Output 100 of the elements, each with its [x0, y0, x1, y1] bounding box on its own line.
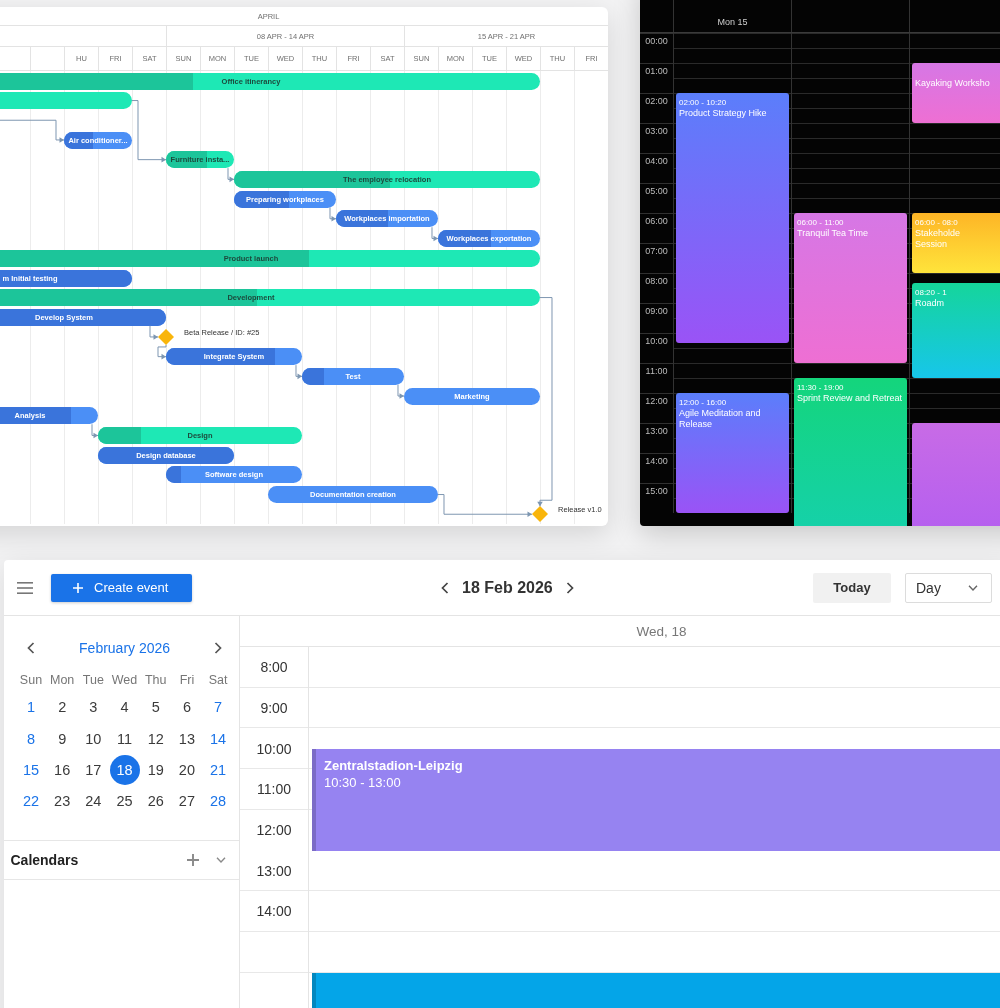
event-time: 08:20 - 1	[915, 288, 948, 298]
event-card[interactable]: Kayaking Worksho	[912, 63, 1000, 123]
calendar-day[interactable]: 25	[109, 786, 140, 817]
calendar-day[interactable]: 10	[78, 723, 109, 754]
time-label: 02:00	[645, 96, 668, 106]
time-label: 03:00	[645, 126, 668, 136]
date-title: 18 Feb 2026	[462, 578, 553, 597]
calendar-day[interactable]: 8	[16, 723, 46, 754]
time-label: 8:00	[260, 659, 288, 676]
time-label: 05:00	[645, 186, 668, 196]
calendar-day[interactable]: 6	[171, 692, 202, 723]
connector-arrow	[431, 227, 439, 242]
calendar-day[interactable]: 27	[171, 786, 202, 817]
weekday-label: Thu	[144, 672, 167, 687]
time-label: 08:00	[645, 276, 668, 286]
time-label: 13:00	[645, 426, 668, 436]
calendar-day[interactable]: 9	[47, 723, 78, 754]
event-title: Zentralstadion-Leipzig	[324, 756, 464, 774]
event-time: 02:00 - 10:20	[679, 98, 728, 108]
time-label: 12:00	[256, 822, 292, 839]
calendar-day[interactable]: 5	[140, 692, 171, 723]
time-label: 04:00	[645, 156, 668, 166]
chevron-left-icon[interactable]	[27, 642, 35, 654]
view-select[interactable]: Day	[905, 572, 992, 603]
calendar-day[interactable]: 26	[140, 786, 171, 817]
calendar-day[interactable]: 16	[47, 754, 78, 785]
time-label: 10:00	[645, 336, 668, 346]
month-title: February 2026	[79, 640, 171, 656]
calendar-day[interactable]: 24	[78, 786, 109, 817]
connector-arrow	[157, 344, 167, 360]
event-time: 06:00 - 11:00	[797, 218, 845, 228]
event-title: Agile Meditation and Release	[679, 408, 762, 429]
calendar-day[interactable]: 18	[109, 754, 140, 785]
time-label: 11:00	[257, 781, 291, 798]
time-label: 15:00	[645, 486, 668, 496]
chevron-right-icon[interactable]	[565, 581, 574, 594]
event-card[interactable]: 02:00 - 10:20 Product Strategy Hike	[676, 93, 789, 343]
event-title: Roadm	[915, 298, 945, 309]
weekday-label: Sat	[208, 672, 228, 687]
time-label: 01:00	[645, 66, 668, 76]
event-card[interactable]: Zentralstadion-Leipzig 10:30 - 13:00	[312, 748, 1000, 851]
event-title: Sprint Review and Retreat	[797, 393, 904, 404]
time-label: 12:00	[645, 396, 668, 406]
time-label: 11:00	[645, 366, 668, 376]
weekday-label: Mon	[50, 672, 75, 687]
event-card[interactable]: 06:00 - 11:00 Tranquil Tea Time	[794, 213, 907, 363]
time-label: 07:00	[645, 246, 668, 256]
time-label: 06:00	[645, 216, 668, 226]
today-button[interactable]: Today	[813, 572, 891, 603]
event-title: Tranquil Tea Time	[797, 228, 870, 239]
calendar-day[interactable]: 19	[140, 754, 171, 785]
event-card[interactable]: 12:00 - 16:00 Agile Meditation and Release	[676, 393, 789, 513]
time-label: 14:00	[256, 903, 292, 920]
calendar-day[interactable]: 4	[109, 692, 140, 723]
calendar-day[interactable]: 3	[78, 692, 109, 723]
connector-arrow	[329, 207, 337, 222]
calendar-day[interactable]: 12	[140, 723, 171, 754]
diamond-icon	[158, 329, 174, 346]
calendar-day[interactable]: 13	[171, 723, 202, 754]
chevron-down-icon	[968, 584, 978, 591]
time-label: 14:00	[645, 456, 668, 466]
event-title: Kayaking Worksho	[915, 78, 991, 89]
chevron-right-icon[interactable]	[214, 642, 223, 654]
calendar-day[interactable]: 22	[16, 786, 46, 817]
calendar-day[interactable]: 11	[109, 723, 140, 754]
event-time: 10:30 - 13:00	[324, 773, 402, 791]
time-label: 00:00	[645, 36, 668, 46]
calendar-day[interactable]: 28	[203, 786, 234, 817]
event-title: Stakeholde Session	[915, 228, 962, 249]
weekday-label: Fri	[179, 672, 195, 687]
calendar-day[interactable]: 15	[16, 754, 46, 785]
calendar-day[interactable]: 17	[78, 754, 109, 785]
plus-icon[interactable]	[187, 853, 199, 866]
day-header: Wed, 18	[636, 623, 687, 639]
event-title: Product Strategy Hike	[679, 108, 768, 119]
time-label: 9:00	[260, 700, 288, 717]
event-time: 12:00 - 16:00	[679, 398, 728, 408]
calendar-day[interactable]: 14	[203, 723, 234, 754]
chevron-left-icon[interactable]	[441, 581, 449, 594]
time-label: 13:00	[256, 862, 292, 879]
plus-icon	[73, 582, 83, 593]
connector-arrow	[227, 167, 235, 183]
chevron-down-icon[interactable]	[216, 856, 226, 863]
calendars-heading: Calendars	[10, 851, 79, 868]
calendar-day[interactable]: 21	[203, 754, 234, 785]
connector-arrow	[91, 424, 99, 439]
connector-arrow	[397, 384, 405, 400]
calendar-day[interactable]: 2	[47, 692, 78, 723]
calendar-day[interactable]: 23	[47, 786, 78, 817]
connector-arrow	[149, 325, 159, 341]
connector-arrow	[131, 100, 167, 163]
menu-icon[interactable]	[17, 581, 33, 594]
weekday-label: Tue	[82, 672, 104, 687]
calendar-day[interactable]: 1	[16, 692, 46, 723]
calendar-day[interactable]: 7	[203, 692, 234, 723]
calendar-day[interactable]: 20	[171, 754, 202, 785]
time-label: 10:00	[256, 740, 292, 757]
time-label: 09:00	[645, 306, 668, 316]
column-header: Mon 15	[717, 17, 748, 27]
create-event-button[interactable]: Create event	[51, 573, 192, 602]
